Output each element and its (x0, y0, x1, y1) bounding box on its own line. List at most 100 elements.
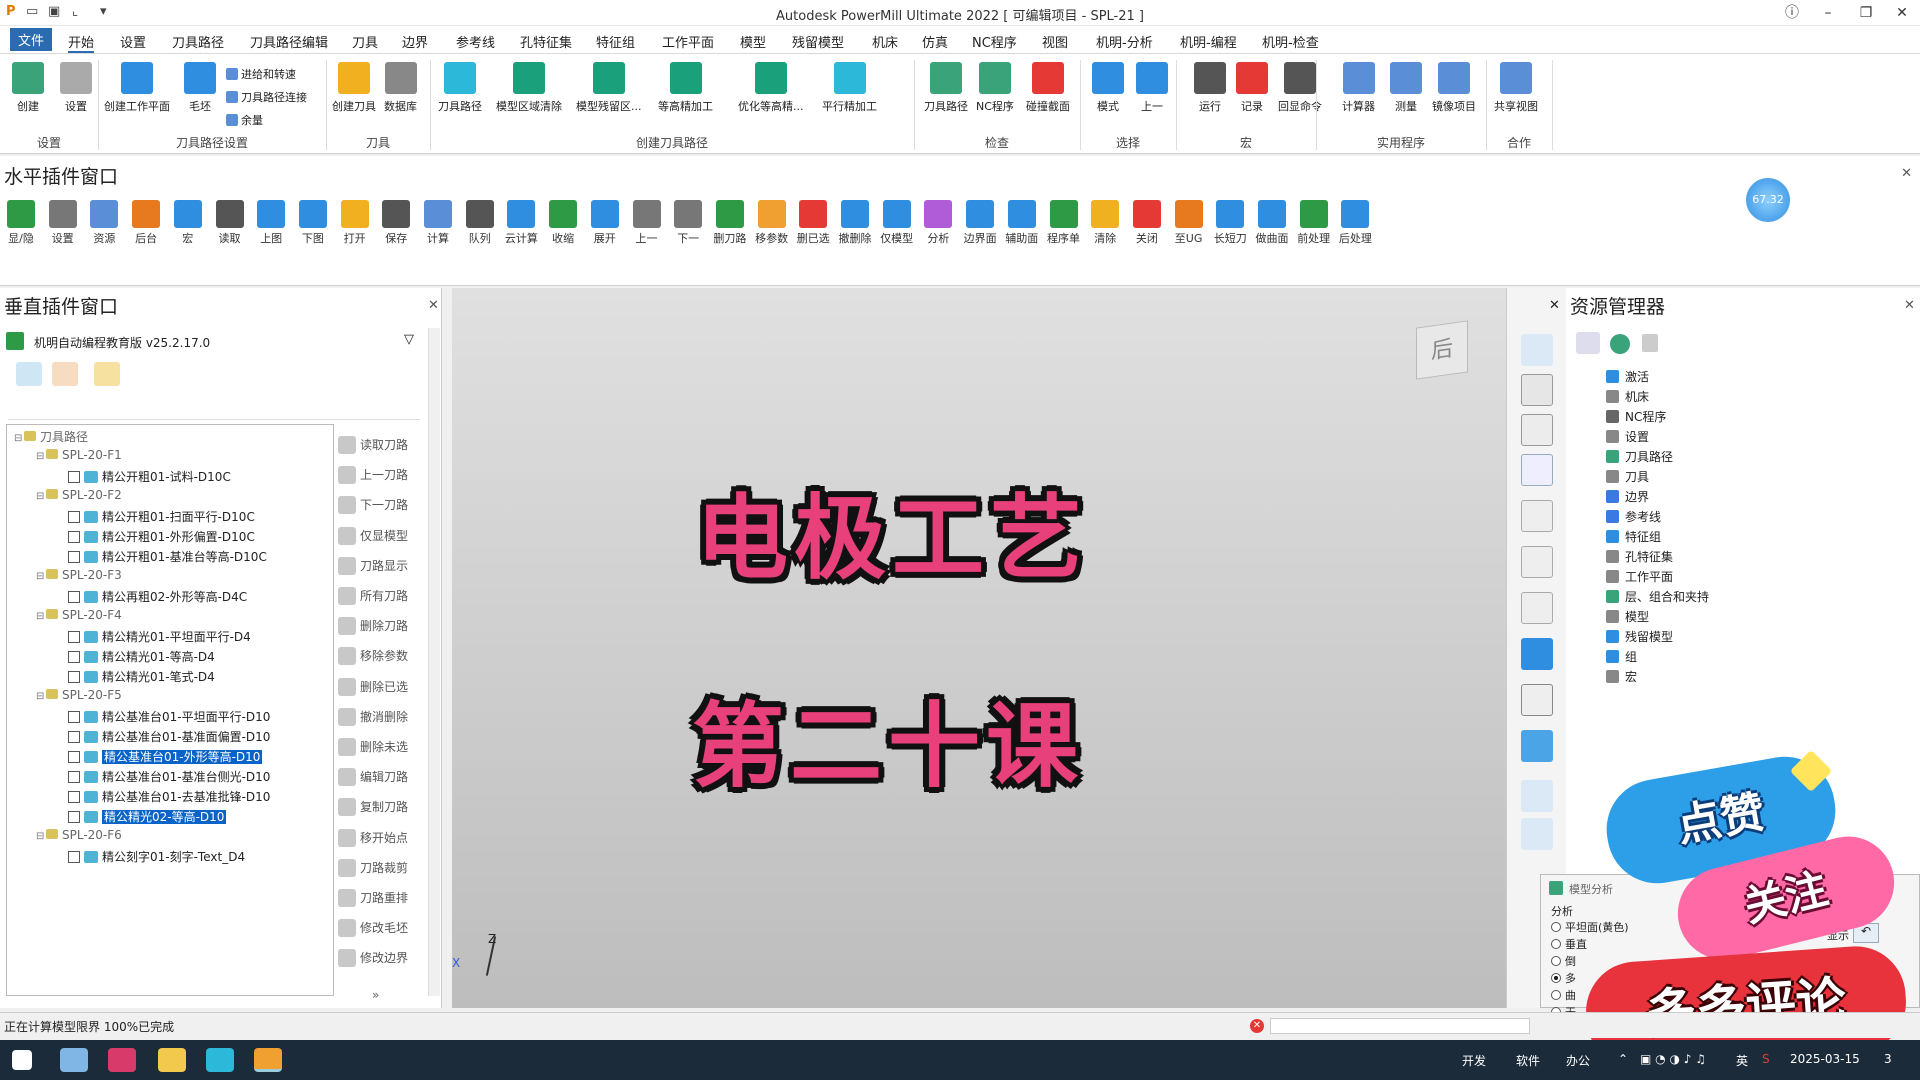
menu-tab-7[interactable]: 参考线 (456, 32, 495, 51)
hplug-button-3[interactable]: 后台 (127, 200, 165, 246)
resource-item-9[interactable]: 孔特征集 (1606, 548, 1673, 565)
taskbar-app-1[interactable] (60, 1048, 88, 1072)
menu-tab-0[interactable]: 文件 (10, 28, 53, 51)
view-top-icon[interactable] (1521, 334, 1553, 366)
hplug-button-8[interactable]: 打开 (336, 200, 374, 246)
zoom-box-icon[interactable] (1521, 592, 1553, 624)
menu-tab-4[interactable]: 刀具路径编辑 (250, 32, 328, 51)
tree-row-16[interactable]: 精公基准台01-外形等高-D10 (58, 748, 263, 765)
ribbon-button-11[interactable]: 平行精加工 (822, 62, 877, 114)
side-button-15[interactable]: 刀路重排 (338, 889, 408, 907)
taskbar-app-2[interactable] (108, 1048, 136, 1072)
tree-row-20[interactable]: ⊟ SPL-20-F6 (36, 828, 122, 842)
side-button-4[interactable]: 刀路显示 (338, 556, 408, 575)
ribbon-button-22[interactable]: 镜像项目 (1432, 62, 1476, 114)
tray-icons[interactable]: ▣ ◔ ◑ ♪ ♫ (1640, 1052, 1706, 1066)
side-button-10[interactable]: 删除未选 (338, 738, 408, 756)
analysis-option-0[interactable]: 平坦面(黄色) (1551, 919, 1629, 935)
menu-tab-19[interactable]: 机明-检查 (1262, 32, 1319, 51)
help-icon[interactable]: ⓘ (1776, 2, 1808, 24)
tree-expander-icon-3[interactable]: ⊟ (36, 491, 46, 502)
resource-item-14[interactable]: 组 (1606, 648, 1637, 665)
menu-tab-8[interactable]: 孔特征集 (520, 32, 572, 51)
hplug-button-23[interactable]: 边界面 (961, 200, 999, 246)
tree-expander-icon-20[interactable]: ⊟ (36, 831, 46, 842)
tree-checkbox-15[interactable] (68, 731, 80, 743)
hplug-button-6[interactable]: 上图 (252, 200, 290, 246)
ribbon-button-3[interactable]: 毛坯 (184, 62, 216, 114)
hplug-button-31[interactable]: 前处理 (1295, 200, 1333, 246)
resource-item-5[interactable]: 刀具 (1606, 468, 1649, 485)
ribbon-button-1[interactable]: 设置 (60, 62, 92, 114)
ribbon-button-16[interactable]: 上一 (1136, 62, 1168, 114)
viewport-close-icon[interactable]: ✕ (1549, 298, 1560, 313)
resource-item-2[interactable]: NC程序 (1606, 408, 1666, 425)
hplug-button-2[interactable]: 资源 (85, 200, 123, 246)
side-button-12[interactable]: 复制刀路 (338, 798, 408, 817)
menu-tab-5[interactable]: 刀具 (352, 32, 378, 51)
hplug-button-4[interactable]: 宏 (169, 200, 207, 246)
side-button-17[interactable]: 修改边界 (338, 949, 408, 968)
view-cube[interactable]: 后 (1416, 320, 1468, 380)
side-button-11[interactable]: 编辑刀路 (338, 768, 408, 787)
tool-tab-icon[interactable] (52, 362, 78, 386)
hplug-button-20[interactable]: 撤删除 (836, 200, 874, 246)
ribbon-small-1[interactable]: 刀具路径连接 (226, 89, 307, 105)
resource-item-8[interactable]: 特征组 (1606, 528, 1661, 545)
hplug-button-15[interactable]: 上一 (628, 200, 666, 246)
globe-icon[interactable] (1610, 334, 1630, 354)
side-button-3[interactable]: 仅显模型 (338, 526, 408, 545)
analysis-radio-2[interactable] (1551, 956, 1561, 966)
menu-tab-11[interactable]: 模型 (740, 32, 766, 51)
side-button-9[interactable]: 撤消删除 (338, 707, 408, 726)
ribbon-button-7[interactable]: 模型区域清除 (496, 62, 562, 114)
tree-row-6[interactable]: 精公开粗01-基准台等高-D10C (58, 548, 267, 565)
tree-expander-icon-13[interactable]: ⊟ (36, 691, 46, 702)
side-button-7[interactable]: 移除参数 (338, 647, 408, 666)
ribbon-button-4[interactable]: 创建刀具 (332, 62, 376, 114)
analysis-radio-3[interactable] (1551, 973, 1561, 983)
side-button-6[interactable]: 删除刀路 (338, 617, 408, 636)
tree-row-17[interactable]: 精公基准台01-基准台侧光-D10 (58, 768, 270, 785)
resource-item-12[interactable]: 模型 (1606, 608, 1649, 625)
resmgr-close-icon[interactable]: ✕ (1904, 298, 1915, 313)
settings-tab-icon[interactable] (94, 362, 120, 386)
resource-item-7[interactable]: 参考线 (1606, 508, 1661, 525)
hplug-button-10[interactable]: 计算 (419, 200, 457, 246)
hplug-button-5[interactable]: 读取 (211, 200, 249, 246)
start-icon[interactable] (12, 1050, 32, 1070)
ribbon-button-15[interactable]: 模式 (1092, 62, 1124, 114)
analysis-radio-4[interactable] (1551, 990, 1561, 1000)
restore-button[interactable]: ❐ (1850, 2, 1882, 24)
tree-checkbox-6[interactable] (68, 551, 80, 563)
hplug-button-17[interactable]: 删刀路 (711, 200, 749, 246)
tree-checkbox-14[interactable] (68, 711, 80, 723)
tree-row-9[interactable]: ⊟ SPL-20-F4 (36, 608, 122, 622)
toolbar-label-3[interactable]: 办公 (1566, 1052, 1590, 1069)
menu-tab-12[interactable]: 残留模型 (792, 32, 844, 51)
ribbon-button-17[interactable]: 运行 (1194, 62, 1226, 114)
taskbar-powermill-icon[interactable] (254, 1048, 282, 1072)
ribbon-button-18[interactable]: 记录 (1236, 62, 1268, 114)
tree-row-12[interactable]: 精公精光01-笔式-D4 (58, 668, 215, 685)
tree-checkbox-16[interactable] (68, 751, 80, 763)
sogou-icon[interactable]: S (1762, 1052, 1770, 1066)
vplug-scrollbar[interactable] (428, 328, 440, 996)
hplug-button-22[interactable]: 分析 (919, 200, 957, 246)
hplug-button-9[interactable]: 保存 (377, 200, 415, 246)
ribbon-button-23[interactable]: 共享视图 (1494, 62, 1538, 114)
resource-item-13[interactable]: 残留模型 (1606, 628, 1673, 645)
tray-up-icon[interactable]: ⌃ (1618, 1052, 1628, 1066)
hplug-button-18[interactable]: 移参数 (753, 200, 791, 246)
more-buttons[interactable]: » (372, 988, 379, 1002)
side-button-1[interactable]: 上一刀路 (338, 466, 408, 485)
side-button-13[interactable]: 移开始点 (338, 828, 408, 847)
hplug-button-12[interactable]: 云计算 (502, 200, 540, 246)
solid-view-icon[interactable] (1521, 730, 1553, 762)
refresh-view-icon[interactable] (1521, 500, 1553, 532)
menu-tab-3[interactable]: 刀具路径 (172, 32, 224, 51)
tree-checkbox-4[interactable] (68, 511, 80, 523)
menu-tab-9[interactable]: 特征组 (596, 32, 635, 51)
taskbar-app-3[interactable] (206, 1048, 234, 1072)
side-button-0[interactable]: 读取刀路 (338, 436, 408, 454)
